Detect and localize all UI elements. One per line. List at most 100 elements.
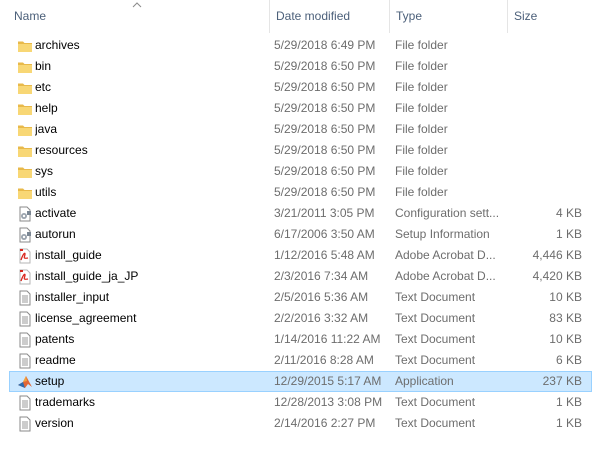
file-name: patents xyxy=(35,332,75,346)
file-type: File folder xyxy=(395,59,448,73)
file-type: Text Document xyxy=(395,395,476,409)
folder-icon xyxy=(17,57,33,76)
file-type: File folder xyxy=(395,143,448,157)
file-type: Adobe Acrobat D... xyxy=(395,248,496,262)
file-date-modified: 2/11/2016 8:28 AM xyxy=(274,353,374,367)
file-name: trademarks xyxy=(35,395,96,409)
file-row[interactable]: etc 5/29/2018 6:50 PM File folder xyxy=(9,77,592,98)
file-type: File folder xyxy=(395,164,448,178)
file-date-modified: 5/29/2018 6:50 PM xyxy=(274,101,376,115)
file-date-modified: 2/5/2016 5:36 AM xyxy=(274,290,369,304)
file-size: 10 KB xyxy=(549,290,582,304)
folder-icon xyxy=(17,78,33,97)
matlab-app-icon xyxy=(17,372,33,391)
file-type: Text Document xyxy=(395,290,476,304)
file-name: readme xyxy=(35,353,76,367)
column-header-type[interactable]: Type xyxy=(389,0,508,33)
file-row[interactable]: bin 5/29/2018 6:50 PM File folder xyxy=(9,56,592,77)
file-size: 6 KB xyxy=(555,353,582,367)
file-name: activate xyxy=(35,206,77,220)
file-date-modified: 3/21/2011 3:05 PM xyxy=(274,206,375,220)
file-type: Configuration sett... xyxy=(395,206,500,220)
text-file-icon xyxy=(17,414,33,433)
text-file-icon xyxy=(17,351,33,370)
file-row[interactable]: setup 12/29/2015 5:17 AM Application 237 KB xyxy=(9,371,592,392)
file-size xyxy=(507,78,582,97)
column-header-bar: Name Date modified Type Size xyxy=(0,0,607,33)
file-name: archives xyxy=(35,38,80,52)
file-name: version xyxy=(35,416,74,430)
file-row[interactable]: resources 5/29/2018 6:50 PM File folder xyxy=(9,140,592,161)
file-row[interactable]: install_guide 1/12/2016 5:48 AM Adobe Acro… xyxy=(9,245,592,266)
file-size: 10 KB xyxy=(549,332,582,346)
file-row[interactable]: activate 3/21/2011 3:05 PM Configuration s… xyxy=(9,203,592,224)
pdf-icon xyxy=(17,267,33,286)
file-type: Application xyxy=(395,374,454,388)
file-name: install_guide xyxy=(35,248,102,262)
file-row[interactable]: readme 2/11/2016 8:28 AM Text Document 6 KB xyxy=(9,350,592,371)
folder-icon xyxy=(17,162,33,181)
text-file-icon xyxy=(17,330,33,349)
file-size: 1 KB xyxy=(555,227,582,241)
config-file-icon xyxy=(17,204,33,223)
file-type: Text Document xyxy=(395,332,476,346)
file-date-modified: 5/29/2018 6:50 PM xyxy=(274,185,376,199)
file-size xyxy=(507,36,582,55)
file-row[interactable]: version 2/14/2016 2:27 PM Text Document 1 K… xyxy=(9,413,592,434)
file-row[interactable]: archives 5/29/2018 6:49 PM File folder xyxy=(9,35,592,56)
file-name: sys xyxy=(35,164,53,178)
column-header-date-modified[interactable]: Date modified xyxy=(269,0,390,33)
file-row[interactable]: help 5/29/2018 6:50 PM File folder xyxy=(9,98,592,119)
file-size: 1 KB xyxy=(555,395,582,409)
file-size xyxy=(507,99,582,118)
file-size xyxy=(507,57,582,76)
file-size: 83 KB xyxy=(549,311,582,325)
file-type: File folder xyxy=(395,80,448,94)
file-row[interactable]: trademarks 12/28/2013 3:08 PM Text Documen… xyxy=(9,392,592,413)
file-type: File folder xyxy=(395,101,448,115)
file-row[interactable]: utils 5/29/2018 6:50 PM File folder xyxy=(9,182,592,203)
file-date-modified: 5/29/2018 6:50 PM xyxy=(274,122,376,136)
file-type: Setup Information xyxy=(395,227,490,241)
file-date-modified: 5/29/2018 6:49 PM xyxy=(274,38,376,52)
file-name: java xyxy=(35,122,58,136)
file-row[interactable]: java 5/29/2018 6:50 PM File folder xyxy=(9,119,592,140)
file-name: resources xyxy=(35,143,88,157)
file-row[interactable]: sys 5/29/2018 6:50 PM File folder xyxy=(9,161,592,182)
file-size: 4,420 KB xyxy=(532,269,582,283)
text-file-icon xyxy=(17,288,33,307)
file-row[interactable]: installer_input 2/5/2016 5:36 AM Text Docu… xyxy=(9,287,592,308)
file-date-modified: 12/28/2013 3:08 PM xyxy=(274,395,383,409)
folder-icon xyxy=(17,99,33,118)
file-name: license_agreement xyxy=(35,311,137,325)
file-size xyxy=(507,141,582,160)
folder-icon xyxy=(17,183,33,202)
text-file-icon xyxy=(17,309,33,328)
folder-icon xyxy=(17,141,33,160)
file-name: utils xyxy=(35,185,57,199)
file-list: archives 5/29/2018 6:49 PM File folder bin 5… xyxy=(0,35,607,434)
file-size: 4,446 KB xyxy=(532,248,582,262)
file-name: installer_input xyxy=(35,290,110,304)
file-row[interactable]: license_agreement 2/2/2016 3:32 AM Text Do… xyxy=(9,308,592,329)
file-row[interactable]: install_guide_ja_JP 2/3/2016 7:34 AM Adobe… xyxy=(9,266,592,287)
file-name: etc xyxy=(35,80,52,94)
file-date-modified: 1/14/2016 11:22 AM xyxy=(274,332,381,346)
column-header-size[interactable]: Size xyxy=(507,0,607,33)
file-date-modified: 12/29/2015 5:17 AM xyxy=(274,374,382,388)
file-name: autorun xyxy=(35,227,76,241)
file-row[interactable]: autorun 6/17/2006 3:50 AM Setup Informatio… xyxy=(9,224,592,245)
file-name: install_guide_ja_JP xyxy=(35,269,139,283)
file-type: File folder xyxy=(395,38,448,52)
file-date-modified: 2/14/2016 2:27 PM xyxy=(274,416,376,430)
file-row[interactable]: patents 1/14/2016 11:22 AM Text Document 10… xyxy=(9,329,592,350)
pdf-icon xyxy=(17,246,33,265)
file-size: 4 KB xyxy=(555,206,582,220)
file-name: bin xyxy=(35,59,52,73)
file-size: 1 KB xyxy=(555,416,582,430)
file-size xyxy=(507,162,582,181)
file-name: help xyxy=(35,101,58,115)
file-type: Text Document xyxy=(395,311,476,325)
file-type: Adobe Acrobat D... xyxy=(395,269,496,283)
file-size xyxy=(507,183,582,202)
